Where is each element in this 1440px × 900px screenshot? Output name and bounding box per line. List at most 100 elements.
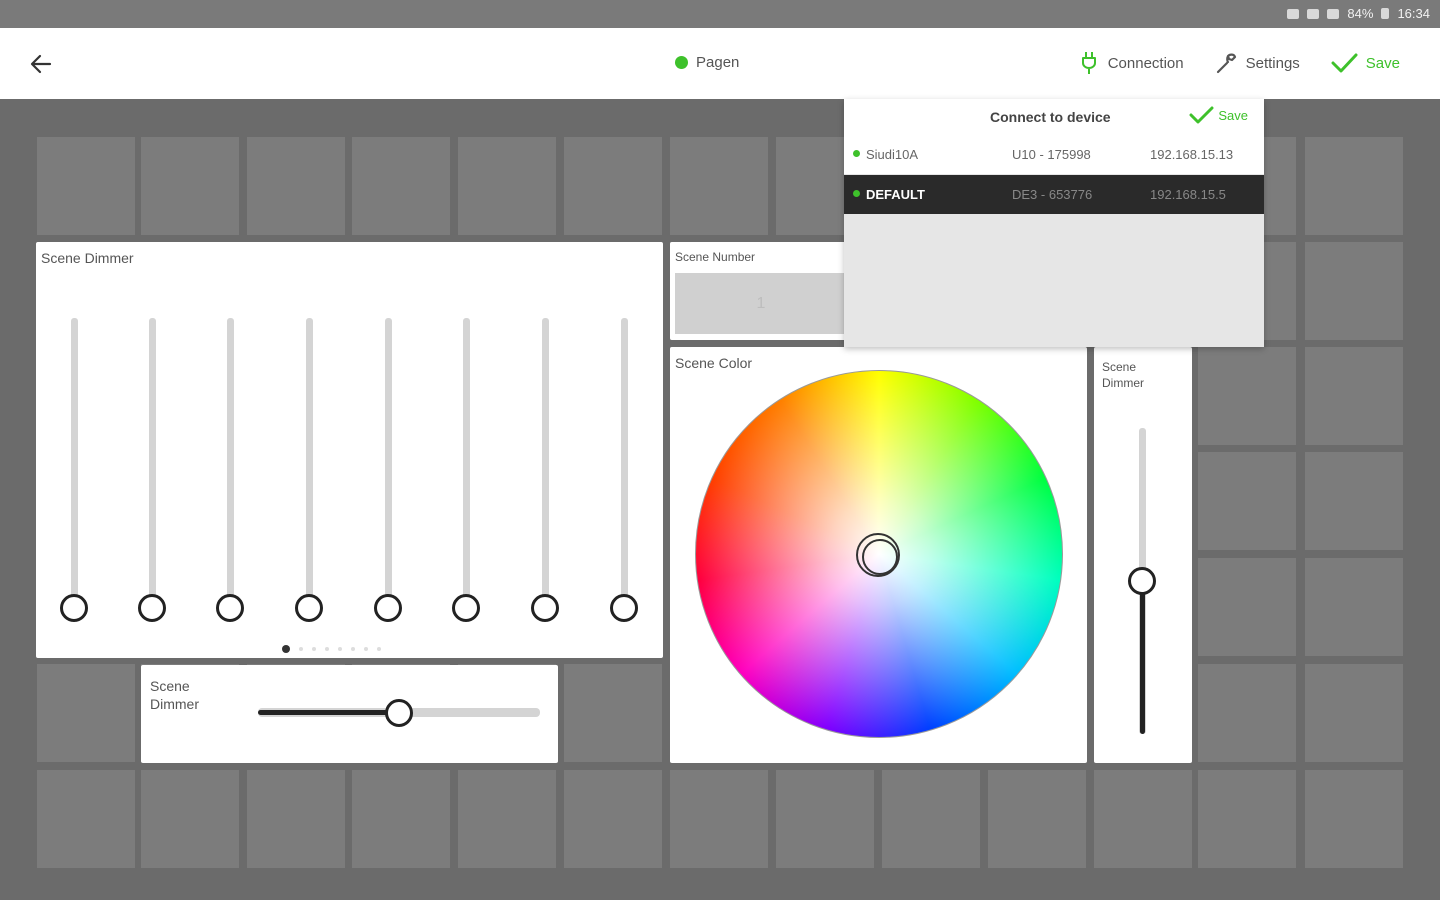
device-status-dot <box>853 190 860 197</box>
page-title-label: Pagen <box>696 54 740 71</box>
device-id: U10 - 175998 <box>1012 147 1091 162</box>
settings-button[interactable]: Settings <box>1214 51 1300 75</box>
empty-grid-slot[interactable] <box>247 137 345 235</box>
color-wheel[interactable] <box>695 370 1063 738</box>
device-row[interactable]: Siudi10A U10 - 175998 192.168.15.13 <box>844 135 1264 174</box>
empty-grid-slot[interactable] <box>352 137 450 235</box>
dimmer-channel-slider[interactable] <box>609 318 639 622</box>
widget-title: Scene Dimmer <box>150 678 199 712</box>
empty-grid-slot[interactable] <box>1198 770 1296 868</box>
empty-grid-slot[interactable] <box>1305 770 1403 868</box>
dimmer-channel-slider[interactable] <box>215 318 245 622</box>
connection-label: Connection <box>1107 54 1184 72</box>
empty-grid-slot[interactable] <box>1198 558 1296 656</box>
plug-icon <box>1081 52 1096 74</box>
page-dot[interactable] <box>299 647 303 651</box>
device-id: DE3 - 653776 <box>1012 187 1093 202</box>
page-dot[interactable] <box>338 647 342 651</box>
slider-track <box>227 318 234 608</box>
slider-thumb[interactable] <box>295 594 323 622</box>
slider-track <box>463 318 470 608</box>
dimmer-channel-slider[interactable] <box>137 318 167 622</box>
empty-grid-slot[interactable] <box>1198 347 1296 445</box>
empty-grid-slot[interactable] <box>1305 242 1403 340</box>
empty-grid-slot[interactable] <box>37 137 135 235</box>
empty-grid-slot[interactable] <box>776 770 874 868</box>
device-row-selected[interactable]: DEFAULT DE3 - 653776 192.168.15.5 <box>844 175 1264 214</box>
empty-grid-slot[interactable] <box>1305 664 1403 762</box>
checkmark-icon <box>1331 53 1358 73</box>
empty-grid-slot[interactable] <box>458 137 556 235</box>
wrench-icon <box>1216 53 1236 74</box>
page-title[interactable]: Pagen <box>675 54 739 71</box>
empty-grid-slot[interactable] <box>37 770 135 868</box>
empty-grid-slot[interactable] <box>458 770 556 868</box>
empty-grid-slot[interactable] <box>37 664 135 762</box>
device-ip: 192.168.15.13 <box>1150 147 1234 162</box>
widget-title: Scene Dimmer <box>41 250 134 266</box>
empty-grid-slot[interactable] <box>564 770 662 868</box>
page-dot[interactable] <box>364 647 368 651</box>
empty-grid-slot[interactable] <box>1198 452 1296 550</box>
empty-grid-slot[interactable] <box>1305 558 1403 656</box>
slider-thumb[interactable] <box>610 594 638 622</box>
empty-grid-slot[interactable] <box>141 770 239 868</box>
empty-grid-slot[interactable] <box>1305 452 1403 550</box>
vertical-slider-thumb[interactable] <box>1128 567 1156 595</box>
empty-grid-slot[interactable] <box>1094 770 1192 868</box>
empty-grid-slot[interactable] <box>988 770 1086 868</box>
empty-grid-slot[interactable] <box>564 137 662 235</box>
empty-grid-slot[interactable] <box>1305 137 1403 235</box>
scene-dimmer-multi-widget: Scene Dimmer <box>36 242 663 658</box>
wifi-icon <box>1307 8 1320 19</box>
empty-grid-slot[interactable] <box>1305 347 1403 445</box>
empty-grid-slot[interactable] <box>564 664 662 762</box>
popup-title: Connect to device <box>990 109 1111 125</box>
slider-thumb[interactable] <box>452 594 480 622</box>
slider-thumb[interactable] <box>216 594 244 622</box>
dimmer-channel-slider[interactable] <box>294 318 324 622</box>
widget-title: Scene Number <box>675 250 756 264</box>
empty-grid-slot[interactable] <box>352 770 450 868</box>
horizontal-slider-thumb[interactable] <box>385 699 413 727</box>
slider-track <box>71 318 78 608</box>
mute-icon <box>1287 8 1300 19</box>
page-dot[interactable] <box>377 647 381 651</box>
empty-grid-slot[interactable] <box>247 770 345 868</box>
slider-thumb[interactable] <box>138 594 166 622</box>
device-ip: 192.168.15.5 <box>1150 187 1226 202</box>
clock: 16:34 <box>1397 6 1430 21</box>
arrow-left-icon <box>30 54 52 74</box>
status-bar: 84% 16:34 <box>0 0 1440 28</box>
dimmer-channel-slider[interactable] <box>59 318 89 622</box>
empty-grid-slot[interactable] <box>1198 664 1296 762</box>
back-button[interactable] <box>26 50 56 78</box>
page-dot[interactable] <box>325 647 329 651</box>
popup-save-label: Save <box>1218 107 1248 123</box>
empty-grid-slot[interactable] <box>670 770 768 868</box>
slider-track <box>306 318 313 608</box>
popup-save-button[interactable]: Save <box>1188 105 1248 125</box>
connection-button[interactable]: Connection <box>1078 50 1184 76</box>
slider-thumb[interactable] <box>531 594 559 622</box>
empty-grid-slot[interactable] <box>882 770 980 868</box>
scene-number-field[interactable]: 1 <box>675 273 847 334</box>
dimmer-channel-slider[interactable] <box>530 318 560 622</box>
slider-thumb[interactable] <box>60 594 88 622</box>
page-dot[interactable] <box>282 645 290 653</box>
page-indicator[interactable] <box>282 645 381 653</box>
empty-grid-slot[interactable] <box>670 137 768 235</box>
slider-thumb[interactable] <box>374 594 402 622</box>
connect-device-popup: Connect to device Save Siudi10A U10 - 17… <box>844 99 1264 347</box>
save-button[interactable]: Save <box>1330 52 1400 74</box>
signal-icon <box>1327 8 1340 19</box>
dimmer-channel-slider[interactable] <box>451 318 481 622</box>
device-name: DEFAULT <box>866 187 925 202</box>
empty-grid-slot[interactable] <box>141 137 239 235</box>
slider-track <box>385 318 392 608</box>
page-dot[interactable] <box>312 647 316 651</box>
checkmark-icon <box>1189 106 1214 124</box>
page-dot[interactable] <box>351 647 355 651</box>
color-picker-cursor[interactable] <box>856 533 900 577</box>
dimmer-channel-slider[interactable] <box>373 318 403 622</box>
